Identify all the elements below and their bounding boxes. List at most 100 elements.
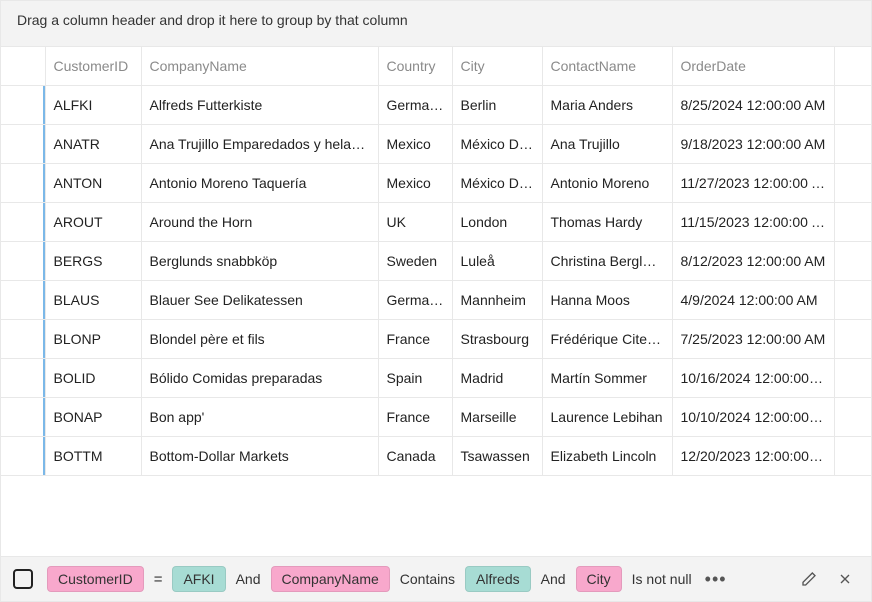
cell-customer-id[interactable]: BONAP [45,398,141,437]
cell-customer-id[interactable]: BLONP [45,320,141,359]
column-header-country[interactable]: Country [378,47,452,86]
table-row[interactable]: ANATRAna Trujillo Emparedados y heladosM… [1,125,871,164]
column-header-contact-name[interactable]: ContactName [542,47,672,86]
cell-company-name[interactable]: Around the Horn [141,203,378,242]
cell-country[interactable]: Canada [378,437,452,476]
cell-customer-id[interactable]: BLAUS [45,281,141,320]
filter-value-afki[interactable]: AFKI [172,566,225,592]
cell-contact-name[interactable]: Hanna Moos [542,281,672,320]
cell-city[interactable]: Mannheim [452,281,542,320]
filter-edit-button[interactable] [795,565,823,593]
row-indicator[interactable] [1,164,45,203]
cell-city[interactable]: Strasbourg [452,320,542,359]
cell-country[interactable]: Germany [378,281,452,320]
cell-customer-id[interactable]: BERGS [45,242,141,281]
cell-order-date[interactable]: 10/10/2024 12:00:00 AM [672,398,834,437]
cell-customer-id[interactable]: ANATR [45,125,141,164]
cell-company-name[interactable]: Blauer See Delikatessen [141,281,378,320]
cell-contact-name[interactable]: Maria Anders [542,86,672,125]
cell-order-date[interactable]: 12/20/2023 12:00:00 AM [672,437,834,476]
filter-logic-and-1[interactable]: And [234,571,263,587]
column-header-company-name[interactable]: CompanyName [141,47,378,86]
cell-order-date[interactable]: 8/12/2023 12:00:00 AM [672,242,834,281]
filter-more-button[interactable]: ••• [702,565,730,593]
table-row[interactable]: BLONPBlondel père et filsFranceStrasbour… [1,320,871,359]
cell-city[interactable]: México D.F. [452,125,542,164]
cell-company-name[interactable]: Blondel père et fils [141,320,378,359]
filter-operator-is-not-null[interactable]: Is not null [630,571,694,587]
cell-country[interactable]: France [378,398,452,437]
cell-company-name[interactable]: Ana Trujillo Emparedados y helados [141,125,378,164]
row-indicator[interactable] [1,437,45,476]
column-header-city[interactable]: City [452,47,542,86]
cell-contact-name[interactable]: Christina Berglund [542,242,672,281]
table-row[interactable]: ANTONAntonio Moreno TaqueríaMexicoMéxico… [1,164,871,203]
cell-city[interactable]: Berlin [452,86,542,125]
table-row[interactable]: BERGSBerglunds snabbköpSwedenLuleåChrist… [1,242,871,281]
cell-country[interactable]: Mexico [378,125,452,164]
cell-country[interactable]: Spain [378,359,452,398]
row-indicator[interactable] [1,125,45,164]
table-row[interactable]: BOTTMBottom-Dollar MarketsCanadaTsawasse… [1,437,871,476]
cell-customer-id[interactable]: ANTON [45,164,141,203]
cell-country[interactable]: Mexico [378,164,452,203]
cell-company-name[interactable]: Bon app' [141,398,378,437]
row-indicator[interactable] [1,86,45,125]
cell-company-name[interactable]: Bottom-Dollar Markets [141,437,378,476]
table-row[interactable]: ALFKIAlfreds FutterkisteGermanyBerlinMar… [1,86,871,125]
row-indicator[interactable] [1,398,45,437]
cell-country[interactable]: Sweden [378,242,452,281]
cell-city[interactable]: Luleå [452,242,542,281]
cell-country[interactable]: France [378,320,452,359]
filter-enable-checkbox[interactable] [13,569,33,589]
cell-company-name[interactable]: Bólido Comidas preparadas [141,359,378,398]
cell-contact-name[interactable]: Martín Sommer [542,359,672,398]
table-row[interactable]: BLAUSBlauer See DelikatessenGermanyMannh… [1,281,871,320]
cell-contact-name[interactable]: Thomas Hardy [542,203,672,242]
column-header-order-date[interactable]: OrderDate [672,47,834,86]
filter-logic-and-2[interactable]: And [539,571,568,587]
row-indicator[interactable] [1,281,45,320]
cell-city[interactable]: Madrid [452,359,542,398]
cell-order-date[interactable]: 4/9/2024 12:00:00 AM [672,281,834,320]
cell-country[interactable]: UK [378,203,452,242]
cell-contact-name[interactable]: Laurence Lebihan [542,398,672,437]
cell-company-name[interactable]: Antonio Moreno Taquería [141,164,378,203]
table-row[interactable]: BOLIDBólido Comidas preparadasSpainMadri… [1,359,871,398]
filter-operator-equals[interactable]: = [152,571,165,588]
cell-order-date[interactable]: 9/18/2023 12:00:00 AM [672,125,834,164]
cell-city[interactable]: México D.F. [452,164,542,203]
cell-contact-name[interactable]: Elizabeth Lincoln [542,437,672,476]
cell-city[interactable]: Marseille [452,398,542,437]
cell-contact-name[interactable]: Ana Trujillo [542,125,672,164]
cell-customer-id[interactable]: ALFKI [45,86,141,125]
filter-field-customer-id[interactable]: CustomerID [47,566,144,592]
filter-field-company-name[interactable]: CompanyName [271,566,390,592]
cell-company-name[interactable]: Alfreds Futterkiste [141,86,378,125]
cell-country[interactable]: Germany [378,86,452,125]
cell-company-name[interactable]: Berglunds snabbköp [141,242,378,281]
cell-order-date[interactable]: 7/25/2023 12:00:00 AM [672,320,834,359]
filter-field-city[interactable]: City [576,566,622,592]
cell-city[interactable]: London [452,203,542,242]
cell-contact-name[interactable]: Frédérique Citeaux [542,320,672,359]
cell-city[interactable]: Tsawassen [452,437,542,476]
filter-operator-contains[interactable]: Contains [398,571,457,587]
cell-contact-name[interactable]: Antonio Moreno [542,164,672,203]
table-row[interactable]: BONAPBon app'FranceMarseilleLaurence Leb… [1,398,871,437]
row-indicator[interactable] [1,203,45,242]
row-indicator[interactable] [1,320,45,359]
cell-order-date[interactable]: 11/15/2023 12:00:00 AM [672,203,834,242]
cell-order-date[interactable]: 11/27/2023 12:00:00 AM [672,164,834,203]
cell-order-date[interactable]: 10/16/2024 12:00:00 AM [672,359,834,398]
filter-value-alfreds[interactable]: Alfreds [465,566,531,592]
cell-customer-id[interactable]: AROUT [45,203,141,242]
cell-customer-id[interactable]: BOLID [45,359,141,398]
cell-order-date[interactable]: 8/25/2024 12:00:00 AM [672,86,834,125]
table-row[interactable]: AROUTAround the HornUKLondonThomas Hardy… [1,203,871,242]
group-by-panel[interactable]: Drag a column header and drop it here to… [1,1,871,47]
filter-close-button[interactable] [831,565,859,593]
column-header-customer-id[interactable]: CustomerID [45,47,141,86]
cell-customer-id[interactable]: BOTTM [45,437,141,476]
row-indicator[interactable] [1,359,45,398]
